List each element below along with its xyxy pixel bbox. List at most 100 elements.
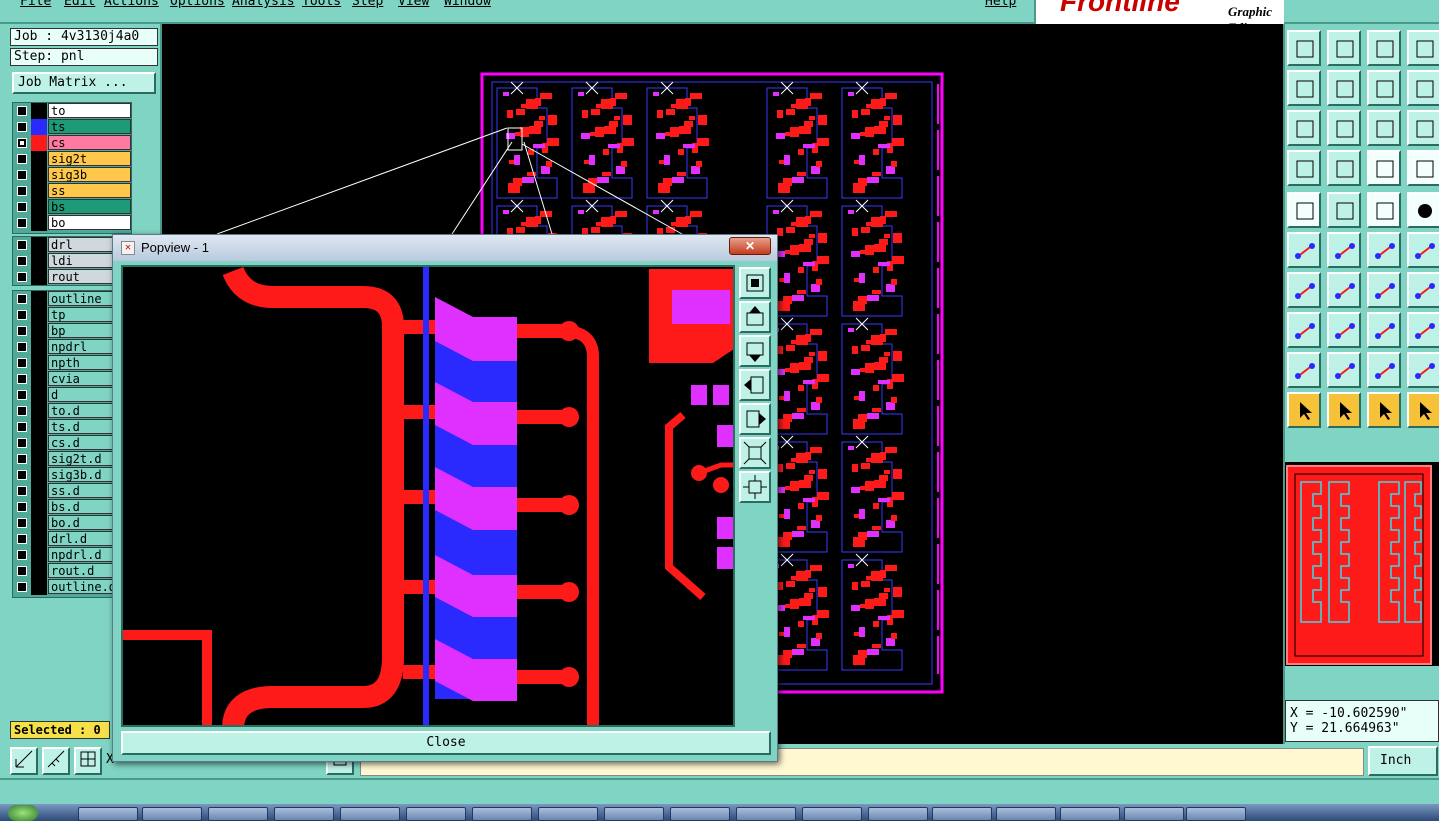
minus-icon[interactable] — [1327, 312, 1361, 348]
snake-icon[interactable] — [1407, 70, 1439, 106]
route-icon[interactable] — [1327, 192, 1361, 228]
layer-color-swatch[interactable] — [31, 167, 47, 183]
popview-titlebar[interactable]: ✕ Popview - 1 ✕ — [113, 235, 777, 261]
window-icon[interactable] — [1407, 30, 1439, 66]
popview-zoom-view[interactable] — [121, 265, 735, 727]
grid-icon[interactable] — [74, 747, 102, 775]
layer-checkbox[interactable] — [17, 454, 27, 464]
layer-name[interactable]: cs — [48, 135, 131, 150]
layer-color-swatch[interactable] — [31, 547, 47, 563]
group-icon[interactable] — [1407, 312, 1439, 348]
layer-name[interactable]: bs — [48, 199, 131, 214]
pan-left-icon[interactable] — [739, 369, 771, 401]
grid-icon[interactable] — [1327, 150, 1361, 186]
layer-checkbox[interactable] — [17, 240, 27, 250]
layer-up-icon[interactable] — [1287, 30, 1321, 66]
layer-name[interactable]: ts — [48, 119, 131, 134]
layer-checkbox[interactable] — [17, 218, 27, 228]
select-path-icon[interactable] — [1407, 392, 1439, 428]
taskbar-app-button[interactable] — [208, 807, 268, 821]
layer-checkbox[interactable] — [17, 422, 27, 432]
cross-icon[interactable] — [1327, 232, 1361, 268]
layer-color-swatch[interactable] — [31, 579, 47, 595]
layer-color-swatch[interactable] — [31, 119, 47, 135]
connect-icon[interactable] — [1287, 232, 1321, 268]
layer-checkbox[interactable] — [17, 202, 27, 212]
layer-row-sig2t[interactable]: sig2t — [13, 151, 131, 167]
layer-color-swatch[interactable] — [31, 403, 47, 419]
layers-alt-icon[interactable] — [1407, 150, 1439, 186]
layer-color-swatch[interactable] — [31, 215, 47, 231]
layer-color-swatch[interactable] — [31, 151, 47, 167]
zoom-in-icon[interactable] — [739, 437, 771, 469]
taskbar-app-button[interactable] — [472, 807, 532, 821]
layer-color-swatch[interactable] — [31, 135, 47, 151]
pan-down-icon[interactable] — [739, 335, 771, 367]
layer-name[interactable]: ss — [48, 183, 131, 198]
layer-color-swatch[interactable] — [31, 483, 47, 499]
peak-icon[interactable] — [1327, 352, 1361, 388]
taskbar-app-button[interactable] — [1124, 807, 1184, 821]
layer-color-swatch[interactable] — [31, 499, 47, 515]
taskbar-app-button[interactable] — [996, 807, 1056, 821]
menu-analysis[interactable]: Analysis — [232, 0, 295, 9]
select-icon[interactable] — [1327, 392, 1361, 428]
menu-help[interactable]: Help — [985, 0, 1016, 9]
select-rotate-icon[interactable] — [1367, 392, 1401, 428]
arch-icon[interactable] — [1367, 352, 1401, 388]
taskbar-app-button[interactable] — [604, 807, 664, 821]
layer-checkbox[interactable] — [17, 138, 27, 148]
layers-icon[interactable] — [1367, 150, 1401, 186]
taskbar-app-button[interactable] — [78, 807, 138, 821]
taskbar-app-button[interactable] — [538, 807, 598, 821]
line-icon[interactable] — [1367, 232, 1401, 268]
layer-color-swatch[interactable] — [31, 237, 47, 253]
taskbar-app-button[interactable] — [1186, 807, 1246, 821]
units-button[interactable]: Inch — [1368, 746, 1438, 776]
pad-icon[interactable] — [1287, 192, 1321, 228]
layer-checkbox[interactable] — [17, 518, 27, 528]
layer-checkbox[interactable] — [17, 550, 27, 560]
layer-checkbox[interactable] — [17, 342, 27, 352]
layer-color-swatch[interactable] — [31, 387, 47, 403]
layer-checkbox[interactable] — [17, 326, 27, 336]
menu-tools[interactable]: Tools — [302, 0, 341, 9]
taskbar-app-button[interactable] — [932, 807, 992, 821]
layer-color-swatch[interactable] — [31, 371, 47, 387]
layer-color-swatch[interactable] — [31, 467, 47, 483]
layer-name[interactable]: to — [48, 103, 131, 118]
layer-color-swatch[interactable] — [31, 103, 47, 119]
pan-right-icon[interactable] — [739, 403, 771, 435]
taskbar-app-button[interactable] — [142, 807, 202, 821]
menu-options[interactable]: Options — [170, 0, 225, 9]
scale-icon[interactable] — [1367, 110, 1401, 146]
home-icon[interactable] — [1367, 30, 1401, 66]
layer-name[interactable]: sig2t — [48, 151, 131, 166]
pan-up-icon[interactable] — [739, 301, 771, 333]
zoom-out-icon[interactable] — [739, 471, 771, 503]
layer-checkbox[interactable] — [17, 534, 27, 544]
layer-row-sig3b[interactable]: sig3b — [13, 167, 131, 183]
layer-checkbox[interactable] — [17, 438, 27, 448]
taskbar-app-button[interactable] — [868, 807, 928, 821]
taskbar-app-button[interactable] — [406, 807, 466, 821]
fit-icon[interactable] — [1287, 110, 1321, 146]
layer-checkbox[interactable] — [17, 294, 27, 304]
layer-color-swatch[interactable] — [31, 307, 47, 323]
layer-checkbox[interactable] — [17, 486, 27, 496]
layer-checkbox[interactable] — [17, 310, 27, 320]
mirror-icon[interactable] — [1367, 70, 1401, 106]
text-icon[interactable] — [1407, 272, 1439, 308]
layer-name[interactable]: sig3b — [48, 167, 131, 182]
layer-color-swatch[interactable] — [31, 531, 47, 547]
layer-checkbox[interactable] — [17, 358, 27, 368]
job-matrix-button[interactable]: Job Matrix ... — [12, 72, 156, 94]
layer-checkbox[interactable] — [17, 566, 27, 576]
start-button[interactable] — [8, 805, 38, 821]
snap-icon[interactable] — [1287, 312, 1321, 348]
layer-checkbox[interactable] — [17, 582, 27, 592]
menu-window[interactable]: Window — [444, 0, 491, 9]
layer-color-swatch[interactable] — [31, 355, 47, 371]
menu-actions[interactable]: Actions — [104, 0, 159, 9]
snap-icon[interactable] — [10, 747, 38, 775]
